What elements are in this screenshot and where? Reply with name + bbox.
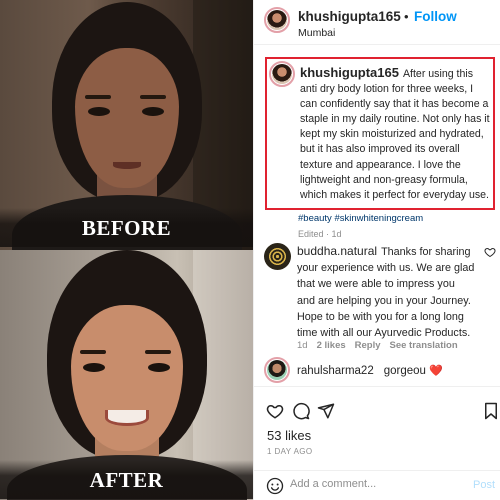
avatar[interactable] <box>264 7 290 33</box>
commenter-avatar[interactable] <box>264 357 290 383</box>
post-date: 1 DAY AGO <box>267 447 313 456</box>
separator-dot: • <box>404 9 409 24</box>
comment-text: rahulsharma22 gorgeou ❤️ <box>297 364 443 377</box>
comment-meta: 1d 2 likes Reply See translation <box>297 340 458 351</box>
header-username[interactable]: khushigupta165 <box>298 9 401 24</box>
share-icon[interactable] <box>317 402 335 420</box>
comment-text: buddha.natural Thanks for sharing your ex… <box>297 243 475 341</box>
before-photo: BEFORE <box>0 0 253 250</box>
see-translation-link[interactable]: See translation <box>390 340 458 351</box>
add-comment-bar: Post <box>254 470 500 500</box>
post-panel: khushigupta165 • Follow Mumbai khushigup… <box>253 0 500 500</box>
post-actions: 53 likes 1 DAY AGO <box>254 386 500 462</box>
emoji-smile-icon[interactable] <box>266 477 284 495</box>
likes-count[interactable]: 53 likes <box>267 428 311 443</box>
before-after-image: BEFORE AFTER <box>0 0 253 500</box>
edited-timestamp: Edited · 1d <box>298 229 342 239</box>
post-button[interactable]: Post <box>473 479 495 491</box>
hashtags[interactable]: #beauty #skinwhiteningcream <box>298 213 423 224</box>
after-photo: AFTER <box>0 250 253 500</box>
location-link[interactable]: Mumbai <box>298 27 335 39</box>
comment-body: gorgeou <box>383 365 426 377</box>
caption-body: After using this anti dry body lotion fo… <box>300 68 490 201</box>
caption: khushigupta165 After using this anti dry … <box>265 57 495 210</box>
comment-body: Thanks for sharing your experience with … <box>297 246 475 340</box>
before-label: BEFORE <box>0 208 253 247</box>
caption-username[interactable]: khushigupta165 <box>300 65 399 80</box>
add-comment-input[interactable] <box>290 478 450 490</box>
comment-likes[interactable]: 2 likes <box>317 340 346 351</box>
reply-button[interactable]: Reply <box>355 340 381 351</box>
comment-username[interactable]: rahulsharma22 <box>297 365 374 377</box>
post-header: khushigupta165 • Follow Mumbai <box>254 0 500 45</box>
caption-text: khushigupta165 After using this anti dry … <box>300 65 490 203</box>
comment-like-heart-icon[interactable] <box>484 246 496 258</box>
bookmark-icon[interactable] <box>482 402 500 420</box>
after-label: AFTER <box>0 460 253 499</box>
heart-icon[interactable] <box>266 402 284 420</box>
heart-emoji: ❤️ <box>429 365 443 377</box>
caption-avatar[interactable] <box>269 61 295 87</box>
follow-button[interactable]: Follow <box>414 9 457 24</box>
commenter-avatar[interactable] <box>264 243 291 270</box>
comment-icon[interactable] <box>292 402 310 420</box>
comment-time: 1d <box>297 340 308 351</box>
comment-username[interactable]: buddha.natural <box>297 244 377 258</box>
